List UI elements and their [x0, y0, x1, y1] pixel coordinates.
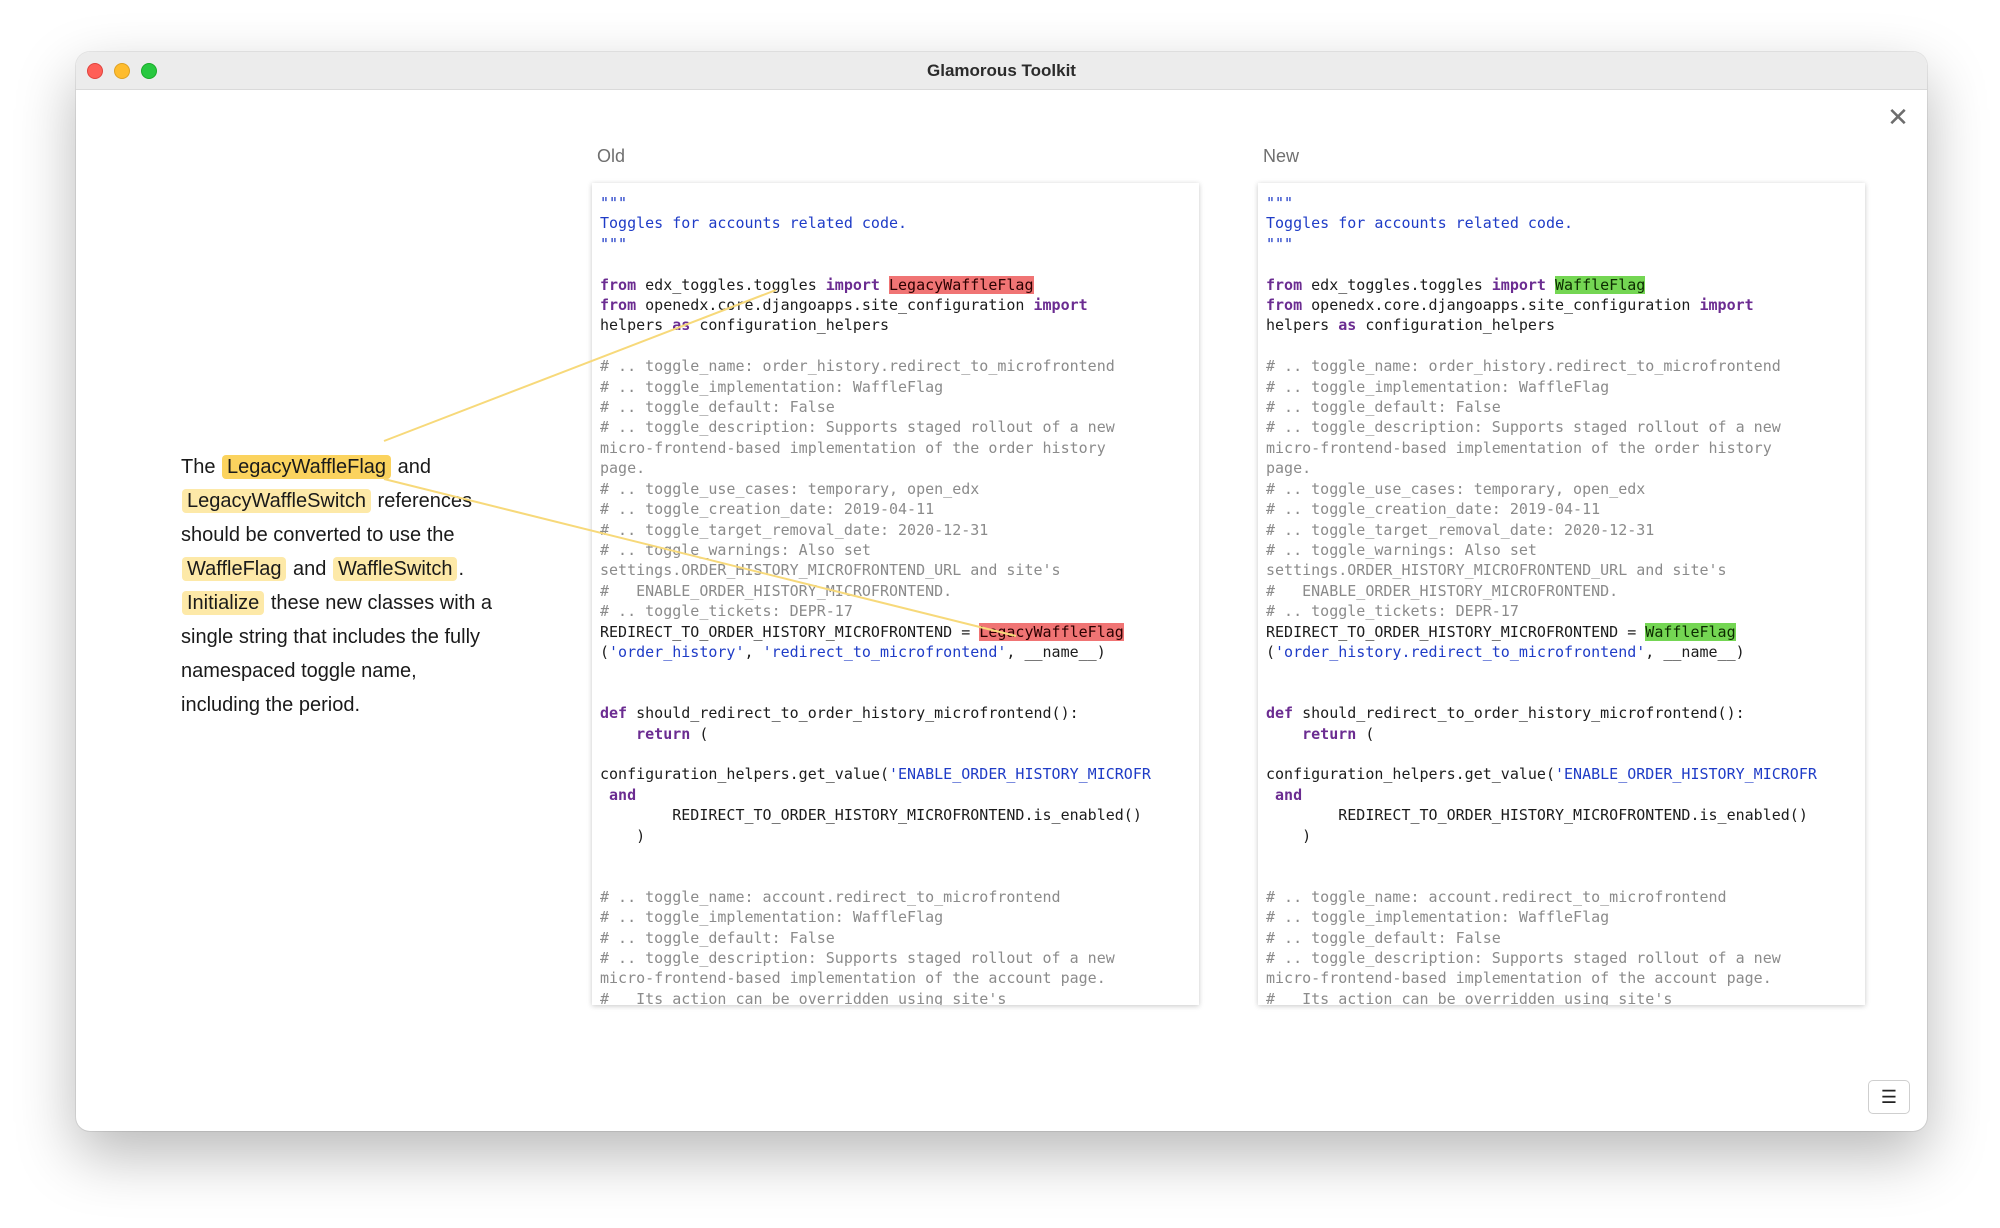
close-icon[interactable]: ✕	[1883, 102, 1913, 132]
explanation-text: The LegacyWaffleFlag and LegacyWaffleSwi…	[181, 450, 501, 722]
highlight-legacy-waffle-switch[interactable]: LegacyWaffleSwitch	[182, 489, 371, 513]
new-assign-highlight: WaffleFlag	[1645, 622, 1736, 641]
old-import-highlight: LegacyWaffleFlag	[889, 275, 1034, 294]
old-code: """ Toggles for accounts related code. "…	[600, 194, 1151, 1005]
title-bar: Glamorous Toolkit	[76, 52, 1927, 90]
highlight-initialize[interactable]: Initialize	[182, 591, 265, 615]
new-code-pane[interactable]: """ Toggles for accounts related code. "…	[1258, 183, 1865, 1005]
highlight-legacy-waffle-flag[interactable]: LegacyWaffleFlag	[222, 455, 392, 479]
explanation-part: and	[392, 456, 431, 478]
new-code: """ Toggles for accounts related code. "…	[1266, 194, 1817, 1005]
old-assign-highlight: LegacyWaffleFlag	[979, 622, 1124, 641]
menu-icon: ☰	[1880, 1087, 1898, 1107]
old-label: Old	[597, 146, 626, 166]
new-import-highlight: WaffleFlag	[1555, 275, 1646, 294]
app-window: Glamorous Toolkit ✕ The LegacyWaffleFlag…	[76, 52, 1927, 1131]
highlight-waffle-flag[interactable]: WaffleFlag	[182, 557, 287, 581]
explanation-part: and	[287, 558, 332, 580]
old-code-pane[interactable]: """ Toggles for accounts related code. "…	[592, 183, 1199, 1005]
explanation-part: The	[181, 456, 222, 478]
highlight-waffle-switch[interactable]: WaffleSwitch	[332, 557, 458, 581]
menu-button[interactable]: ☰	[1868, 1080, 1910, 1114]
explanation-part: .	[458, 558, 465, 580]
window-title: Glamorous Toolkit	[927, 61, 1076, 80]
new-label: New	[1263, 146, 1300, 166]
